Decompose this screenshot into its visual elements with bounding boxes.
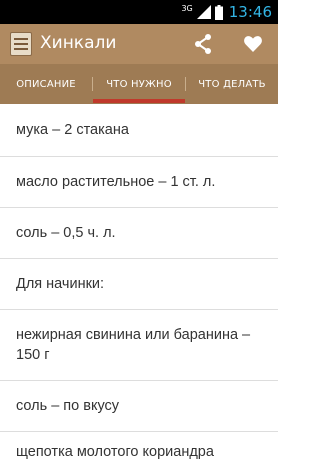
- list-item[interactable]: мука – 2 стакана: [0, 104, 278, 156]
- list-item[interactable]: масло растительное – 1 ст. л.: [0, 157, 278, 207]
- tab-bar: ОПИСАНИЕ ЧТО НУЖНО ЧТО ДЕЛАТЬ: [0, 64, 278, 104]
- app-title: Хинкали: [40, 33, 117, 53]
- battery-icon: [214, 4, 223, 20]
- tab-description[interactable]: ОПИСАНИЕ: [0, 64, 92, 104]
- heart-icon: [244, 36, 262, 52]
- signal-icon: [196, 5, 211, 19]
- share-icon: [195, 34, 211, 54]
- tab-instructions[interactable]: ЧТО ДЕЛАТЬ: [186, 64, 278, 104]
- action-bar: Хинкали: [0, 24, 278, 64]
- list-item[interactable]: соль – по вкусу: [0, 381, 278, 431]
- list-item[interactable]: щепотка молотого кориандра: [0, 432, 278, 462]
- network-type: 3G: [181, 3, 193, 13]
- list-item[interactable]: нежирная свинина или баранина – 150 г: [0, 310, 278, 380]
- share-button[interactable]: [188, 30, 218, 58]
- selected-tab-indicator: [93, 99, 185, 103]
- status-icons: 3G 13:46: [181, 0, 272, 24]
- app-logo-icon[interactable]: [10, 32, 32, 56]
- favorite-button[interactable]: [238, 30, 268, 58]
- status-time: 13:46: [228, 3, 272, 21]
- status-bar: 3G 13:46: [0, 0, 278, 24]
- list-item[interactable]: соль – 0,5 ч. л.: [0, 208, 278, 258]
- tab-ingredients[interactable]: ЧТО НУЖНО: [93, 64, 185, 104]
- list-item[interactable]: Для начинки:: [0, 259, 278, 309]
